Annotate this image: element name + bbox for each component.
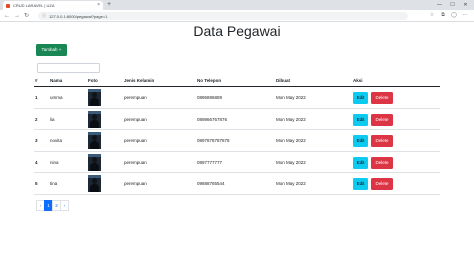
edit-button[interactable]: Edit	[353, 113, 368, 126]
browser-tab-bar: CRUD LARAVEL | UZA × + — ☐ ✕	[0, 0, 474, 10]
employee-name: novita	[50, 138, 63, 144]
employee-phone: 0897777777	[197, 159, 223, 165]
header-number: #	[35, 78, 38, 83]
minimize-icon[interactable]: —	[433, 0, 446, 10]
more-menu-icon[interactable]: ⋯	[462, 12, 468, 18]
row-number: 4	[35, 159, 38, 165]
collections-icon[interactable]: ⧉	[440, 12, 446, 18]
header-photo: Foto	[88, 78, 98, 83]
edit-button[interactable]: Edit	[353, 178, 368, 191]
address-bar: ← → ↻ ⓘ 127.0.0.1:8000/pegawai?page=1 ☆ …	[0, 10, 474, 22]
employee-name: tina	[50, 181, 58, 187]
employee-phone: 09888765544	[197, 181, 225, 187]
header-gender: Jenis Kelamin	[124, 78, 155, 83]
table-row: 1 umma perempuan 0896896889 Mon May 2022…	[34, 87, 440, 109]
pagination: ‹ 1 2 ›	[36, 200, 69, 211]
delete-button[interactable]: Delete	[371, 92, 393, 104]
row-number: 5	[35, 181, 38, 187]
new-tab-icon[interactable]: +	[107, 1, 111, 9]
close-window-icon[interactable]: ✕	[459, 0, 472, 10]
table-header: # Nama Foto Jenis Kelamin No Telepon Dib…	[34, 76, 440, 87]
employee-gender: perempuan	[124, 159, 147, 165]
employee-phone: 0896896889	[197, 95, 223, 100]
header-name: Nama	[50, 78, 63, 83]
reload-icon[interactable]: ↻	[24, 12, 29, 20]
employee-created: Mon May 2022	[276, 138, 306, 144]
row-number: 1	[35, 95, 38, 100]
url-text: 127.0.0.1:8000/pegawai?page=1	[49, 13, 108, 19]
employee-created: Mon May 2022	[276, 159, 306, 165]
browser-tab[interactable]: CRUD LARAVEL | UZA ×	[3, 1, 103, 10]
employee-table: # Nama Foto Jenis Kelamin No Telepon Dib…	[34, 76, 440, 195]
favicon-icon	[6, 3, 10, 8]
employee-name: umma	[50, 95, 63, 100]
employee-created: Mon May 2022	[276, 116, 306, 122]
employee-photo	[88, 110, 101, 128]
employee-phone: 0897878787878	[197, 138, 230, 144]
search-input[interactable]	[37, 63, 100, 73]
delete-button[interactable]: Delete	[371, 135, 393, 148]
maximize-icon[interactable]: ☐	[446, 0, 459, 10]
employee-name: lia	[50, 116, 55, 122]
header-phone: No Telepon	[197, 78, 222, 83]
table-row: 3 novita perempuan 0897878787878 Mon May…	[34, 130, 440, 152]
add-employee-button[interactable]: Tambah +	[36, 44, 67, 56]
header-actions: Aksi	[353, 78, 363, 83]
edit-button[interactable]: Edit	[353, 92, 368, 104]
employee-name: nina	[50, 159, 59, 165]
favorite-star-icon[interactable]: ☆	[429, 12, 435, 18]
toolbar-icons: ☆ ⧉ ◯ ⋯	[429, 12, 468, 18]
forward-icon[interactable]: →	[14, 12, 20, 20]
delete-button[interactable]: Delete	[371, 113, 393, 126]
table-row: 2 lia perempuan 089866767876 Mon May 202…	[34, 109, 440, 131]
delete-button[interactable]: Delete	[371, 156, 393, 169]
window-controls: — ☐ ✕	[433, 0, 472, 10]
employee-photo	[88, 175, 101, 193]
employee-created: Mon May 2022	[276, 181, 306, 187]
page-title: Data Pegawai	[193, 23, 281, 39]
employee-photo	[88, 153, 101, 171]
pagination-next[interactable]: ›	[60, 200, 69, 211]
employee-gender: perempuan	[124, 181, 147, 187]
row-number: 2	[35, 116, 38, 122]
delete-button[interactable]: Delete	[371, 178, 393, 191]
row-number: 3	[35, 138, 38, 144]
tab-title: CRUD LARAVEL | UZA	[13, 3, 55, 8]
employee-created: Mon May 2022	[276, 95, 306, 100]
url-field[interactable]: ⓘ 127.0.0.1:8000/pegawai?page=1	[38, 12, 408, 20]
employee-phone: 089866767876	[197, 116, 228, 122]
header-created: Dibuat	[276, 78, 290, 83]
table-row: 4 nina perempuan 0897777777 Mon May 2022…	[34, 152, 440, 174]
employee-gender: perempuan	[124, 95, 147, 100]
tab-close-icon[interactable]: ×	[97, 2, 100, 8]
employee-photo	[88, 89, 101, 106]
edit-button[interactable]: Edit	[353, 156, 368, 169]
employee-photo	[88, 132, 101, 150]
back-icon[interactable]: ←	[4, 12, 10, 20]
site-info-icon[interactable]: ⓘ	[42, 13, 46, 19]
employee-gender: perempuan	[124, 116, 147, 122]
table-row: 5 tina perempuan 09888765544 Mon May 202…	[34, 173, 440, 195]
employee-gender: perempuan	[124, 138, 147, 144]
profile-icon[interactable]: ◯	[451, 12, 457, 18]
edit-button[interactable]: Edit	[353, 135, 368, 148]
